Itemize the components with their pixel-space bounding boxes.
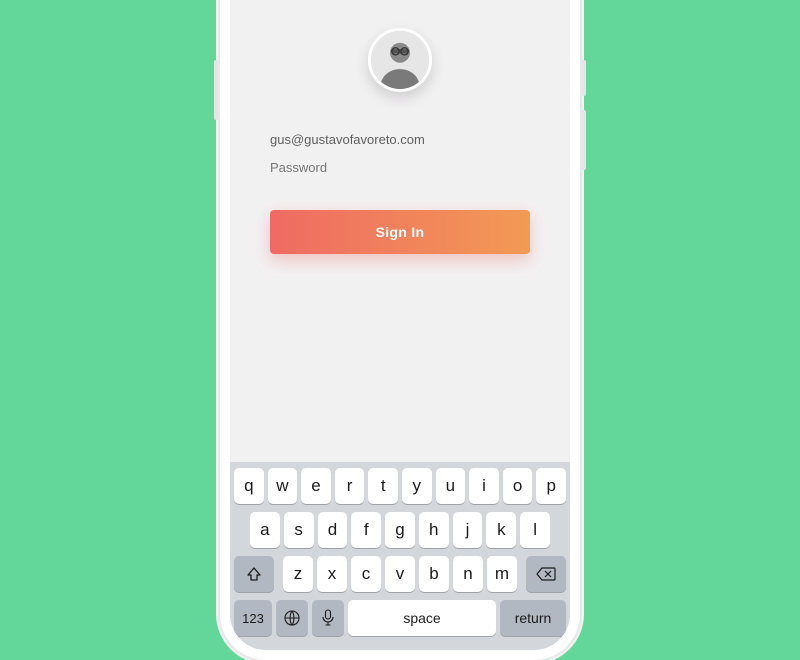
space-key[interactable]: space xyxy=(348,600,496,636)
key-q[interactable]: q xyxy=(234,468,264,504)
key-n[interactable]: n xyxy=(453,556,483,592)
key-g[interactable]: g xyxy=(385,512,415,548)
key-k[interactable]: k xyxy=(486,512,516,548)
key-w[interactable]: w xyxy=(268,468,298,504)
keyboard: qwertyuiop asdfghjkl zxcvbnm 123 xyxy=(230,462,570,650)
backspace-key[interactable] xyxy=(526,556,566,592)
password-field[interactable] xyxy=(270,152,530,180)
device-side-button xyxy=(582,60,586,96)
key-c[interactable]: c xyxy=(351,556,381,592)
key-r[interactable]: r xyxy=(335,468,365,504)
key-d[interactable]: d xyxy=(318,512,348,548)
avatar xyxy=(368,28,432,92)
key-h[interactable]: h xyxy=(419,512,449,548)
key-j[interactable]: j xyxy=(453,512,483,548)
key-y[interactable]: y xyxy=(402,468,432,504)
key-a[interactable]: a xyxy=(250,512,280,548)
key-v[interactable]: v xyxy=(385,556,415,592)
shift-key[interactable] xyxy=(234,556,274,592)
signin-button[interactable]: Sign In xyxy=(270,210,530,254)
device-side-button xyxy=(582,110,586,170)
signin-form: Sign In xyxy=(230,92,570,254)
key-x[interactable]: x xyxy=(317,556,347,592)
key-e[interactable]: e xyxy=(301,468,331,504)
return-key[interactable]: return xyxy=(500,600,566,636)
email-field[interactable] xyxy=(270,124,530,152)
key-p[interactable]: p xyxy=(536,468,566,504)
device-side-button xyxy=(214,60,218,120)
header: Sign In xyxy=(230,0,570,8)
key-o[interactable]: o xyxy=(503,468,533,504)
key-i[interactable]: i xyxy=(469,468,499,504)
screen: 9:41 100% Sign In Sign In xyxy=(230,0,570,650)
key-t[interactable]: t xyxy=(368,468,398,504)
key-m[interactable]: m xyxy=(487,556,517,592)
key-f[interactable]: f xyxy=(351,512,381,548)
key-l[interactable]: l xyxy=(520,512,550,548)
phone-device-frame: 9:41 100% Sign In Sign In xyxy=(220,0,580,660)
globe-key[interactable] xyxy=(276,600,308,636)
key-u[interactable]: u xyxy=(436,468,466,504)
key-b[interactable]: b xyxy=(419,556,449,592)
key-z[interactable]: z xyxy=(283,556,313,592)
numbers-key[interactable]: 123 xyxy=(234,600,272,636)
key-s[interactable]: s xyxy=(284,512,314,548)
mic-key[interactable] xyxy=(312,600,344,636)
